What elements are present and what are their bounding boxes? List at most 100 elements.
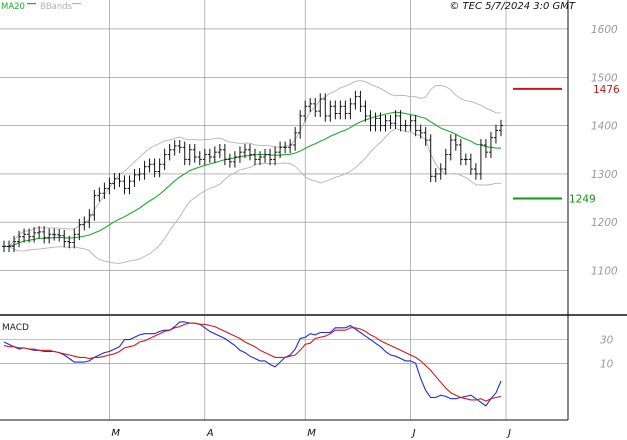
ohlc-bar: [177, 140, 182, 154]
ohlc-bar: [488, 131, 493, 158]
ohlc-bar: [202, 148, 207, 166]
ohlc-bar: [222, 143, 227, 166]
ohlc-bar: [182, 141, 187, 166]
ohlc-bar: [82, 216, 87, 231]
legend-ma20: MA20: [1, 2, 25, 12]
ohlc-bar: [313, 98, 318, 117]
y-tick-label: 1100: [591, 266, 618, 278]
ohlc-bar: [237, 146, 242, 163]
ohlc-bar: [453, 134, 458, 151]
chart-canvas: 1476 1249 MA20 BBands © TEC 5/7/2024 3:0 …: [0, 0, 627, 439]
stock-chart: 1476 1249 MA20 BBands © TEC 5/7/2024 3:0 …: [0, 0, 627, 440]
x-tick-label: A: [206, 428, 214, 439]
ohlc-bar: [47, 228, 52, 244]
level-label-1249: 1249: [569, 194, 596, 206]
ohlc-bar: [152, 158, 157, 178]
ohlc-bar: [122, 175, 127, 195]
ohlc-bar: [57, 228, 62, 242]
bbands-lower-line: [4, 128, 501, 264]
ohlc-bar: [268, 148, 273, 166]
ohlc-bar: [132, 169, 137, 187]
ohlc-bar: [383, 114, 388, 132]
ohlc-bar: [112, 172, 117, 190]
ohlc-bar: [232, 151, 237, 168]
ohlc-bar: [333, 100, 338, 120]
ohlc-bar: [363, 100, 368, 122]
bbands-upper-line: [4, 80, 501, 247]
y-tick-label: 1500: [591, 72, 618, 84]
x-tick-label: J: [411, 428, 416, 439]
ohlc-bar: [443, 148, 448, 175]
ohlc-bar: [52, 228, 57, 241]
ohlc-bar: [298, 110, 303, 139]
legend-bbands-swatch: [72, 3, 81, 5]
ohlc-bar: [433, 168, 438, 183]
ohlc-bar: [288, 139, 293, 154]
ohlc-bar: [2, 240, 6, 253]
ohlc-bar: [7, 240, 12, 253]
ohlc-bar: [217, 143, 222, 158]
ohlc-bar: [142, 160, 147, 180]
ohlc-bar: [92, 189, 97, 221]
ohlc-bar-layer: [2, 90, 503, 253]
ohlc-bar: [207, 148, 212, 163]
macd-line: [3, 321, 502, 407]
ohlc-bar: [388, 114, 393, 129]
ohlc-bar: [498, 119, 503, 137]
ohlc-bar: [172, 140, 177, 156]
ohlc-bar: [468, 153, 473, 175]
x-tick-label: M: [111, 428, 120, 439]
ohlc-bar: [493, 124, 498, 144]
bbands-layer: [4, 80, 501, 264]
y-tick-label: 1600: [591, 24, 618, 36]
ohlc-bar: [338, 100, 343, 120]
ohlc-bar: [137, 168, 142, 181]
ohlc-bar: [127, 175, 132, 195]
ohlc-bar: [197, 151, 202, 166]
x-tick-label: J: [506, 428, 511, 439]
y-tick-label: 1400: [591, 121, 618, 133]
ohlc-bar: [263, 148, 268, 163]
y-tick-label: 1300: [591, 169, 618, 181]
ohlc-bar: [483, 139, 488, 158]
ohlc-bar: [353, 90, 358, 110]
ohlc-bar: [318, 93, 323, 117]
ohlc-bar: [117, 172, 122, 187]
ohlc-bar: [428, 134, 433, 183]
ohlc-bar: [247, 143, 252, 161]
ohlc-bar: [157, 158, 162, 178]
ohlc-bar: [62, 229, 67, 248]
ohlc-bar: [358, 90, 363, 113]
ohlc-bar: [273, 146, 278, 166]
ohlc-bar: [42, 226, 47, 244]
ohlc-bar: [473, 163, 478, 180]
text-layer: MA20 BBands © TEC 5/7/2024 3:0 GMT MACD …: [1, 1, 618, 439]
ohlc-bar: [448, 134, 453, 161]
ohlc-bar: [227, 153, 232, 168]
ohlc-bar: [192, 143, 197, 163]
macd-panel-title: MACD: [2, 323, 29, 333]
ohlc-bar: [162, 148, 167, 171]
copyright-caption: © TEC 5/7/2024 3:0 GMT: [449, 1, 576, 12]
ohlc-bar: [187, 143, 192, 166]
ohlc-bar: [348, 98, 353, 120]
ohlc-bar: [147, 158, 152, 173]
ohlc-bar: [87, 209, 92, 229]
ohlc-bar: [328, 100, 333, 122]
x-tick-label: M: [307, 428, 316, 439]
ohlc-bar: [408, 114, 413, 132]
ohlc-bar: [283, 141, 288, 154]
ohlc-bar: [97, 187, 102, 202]
legend-ma20-swatch: [27, 3, 36, 5]
ohlc-bar: [463, 153, 468, 166]
macd-y-tick-label: 30: [600, 335, 614, 347]
ohlc-bar: [403, 119, 408, 132]
ohlc-bar: [293, 127, 298, 151]
reference-level-layer: 1476 1249: [513, 84, 620, 206]
macd-layer: [3, 321, 502, 407]
ohlc-bar: [167, 143, 172, 161]
level-label-1476: 1476: [593, 84, 620, 96]
ohlc-bar: [253, 148, 257, 166]
y-tick-label: 1200: [591, 217, 618, 229]
macd-y-tick-label: 10: [600, 358, 614, 370]
